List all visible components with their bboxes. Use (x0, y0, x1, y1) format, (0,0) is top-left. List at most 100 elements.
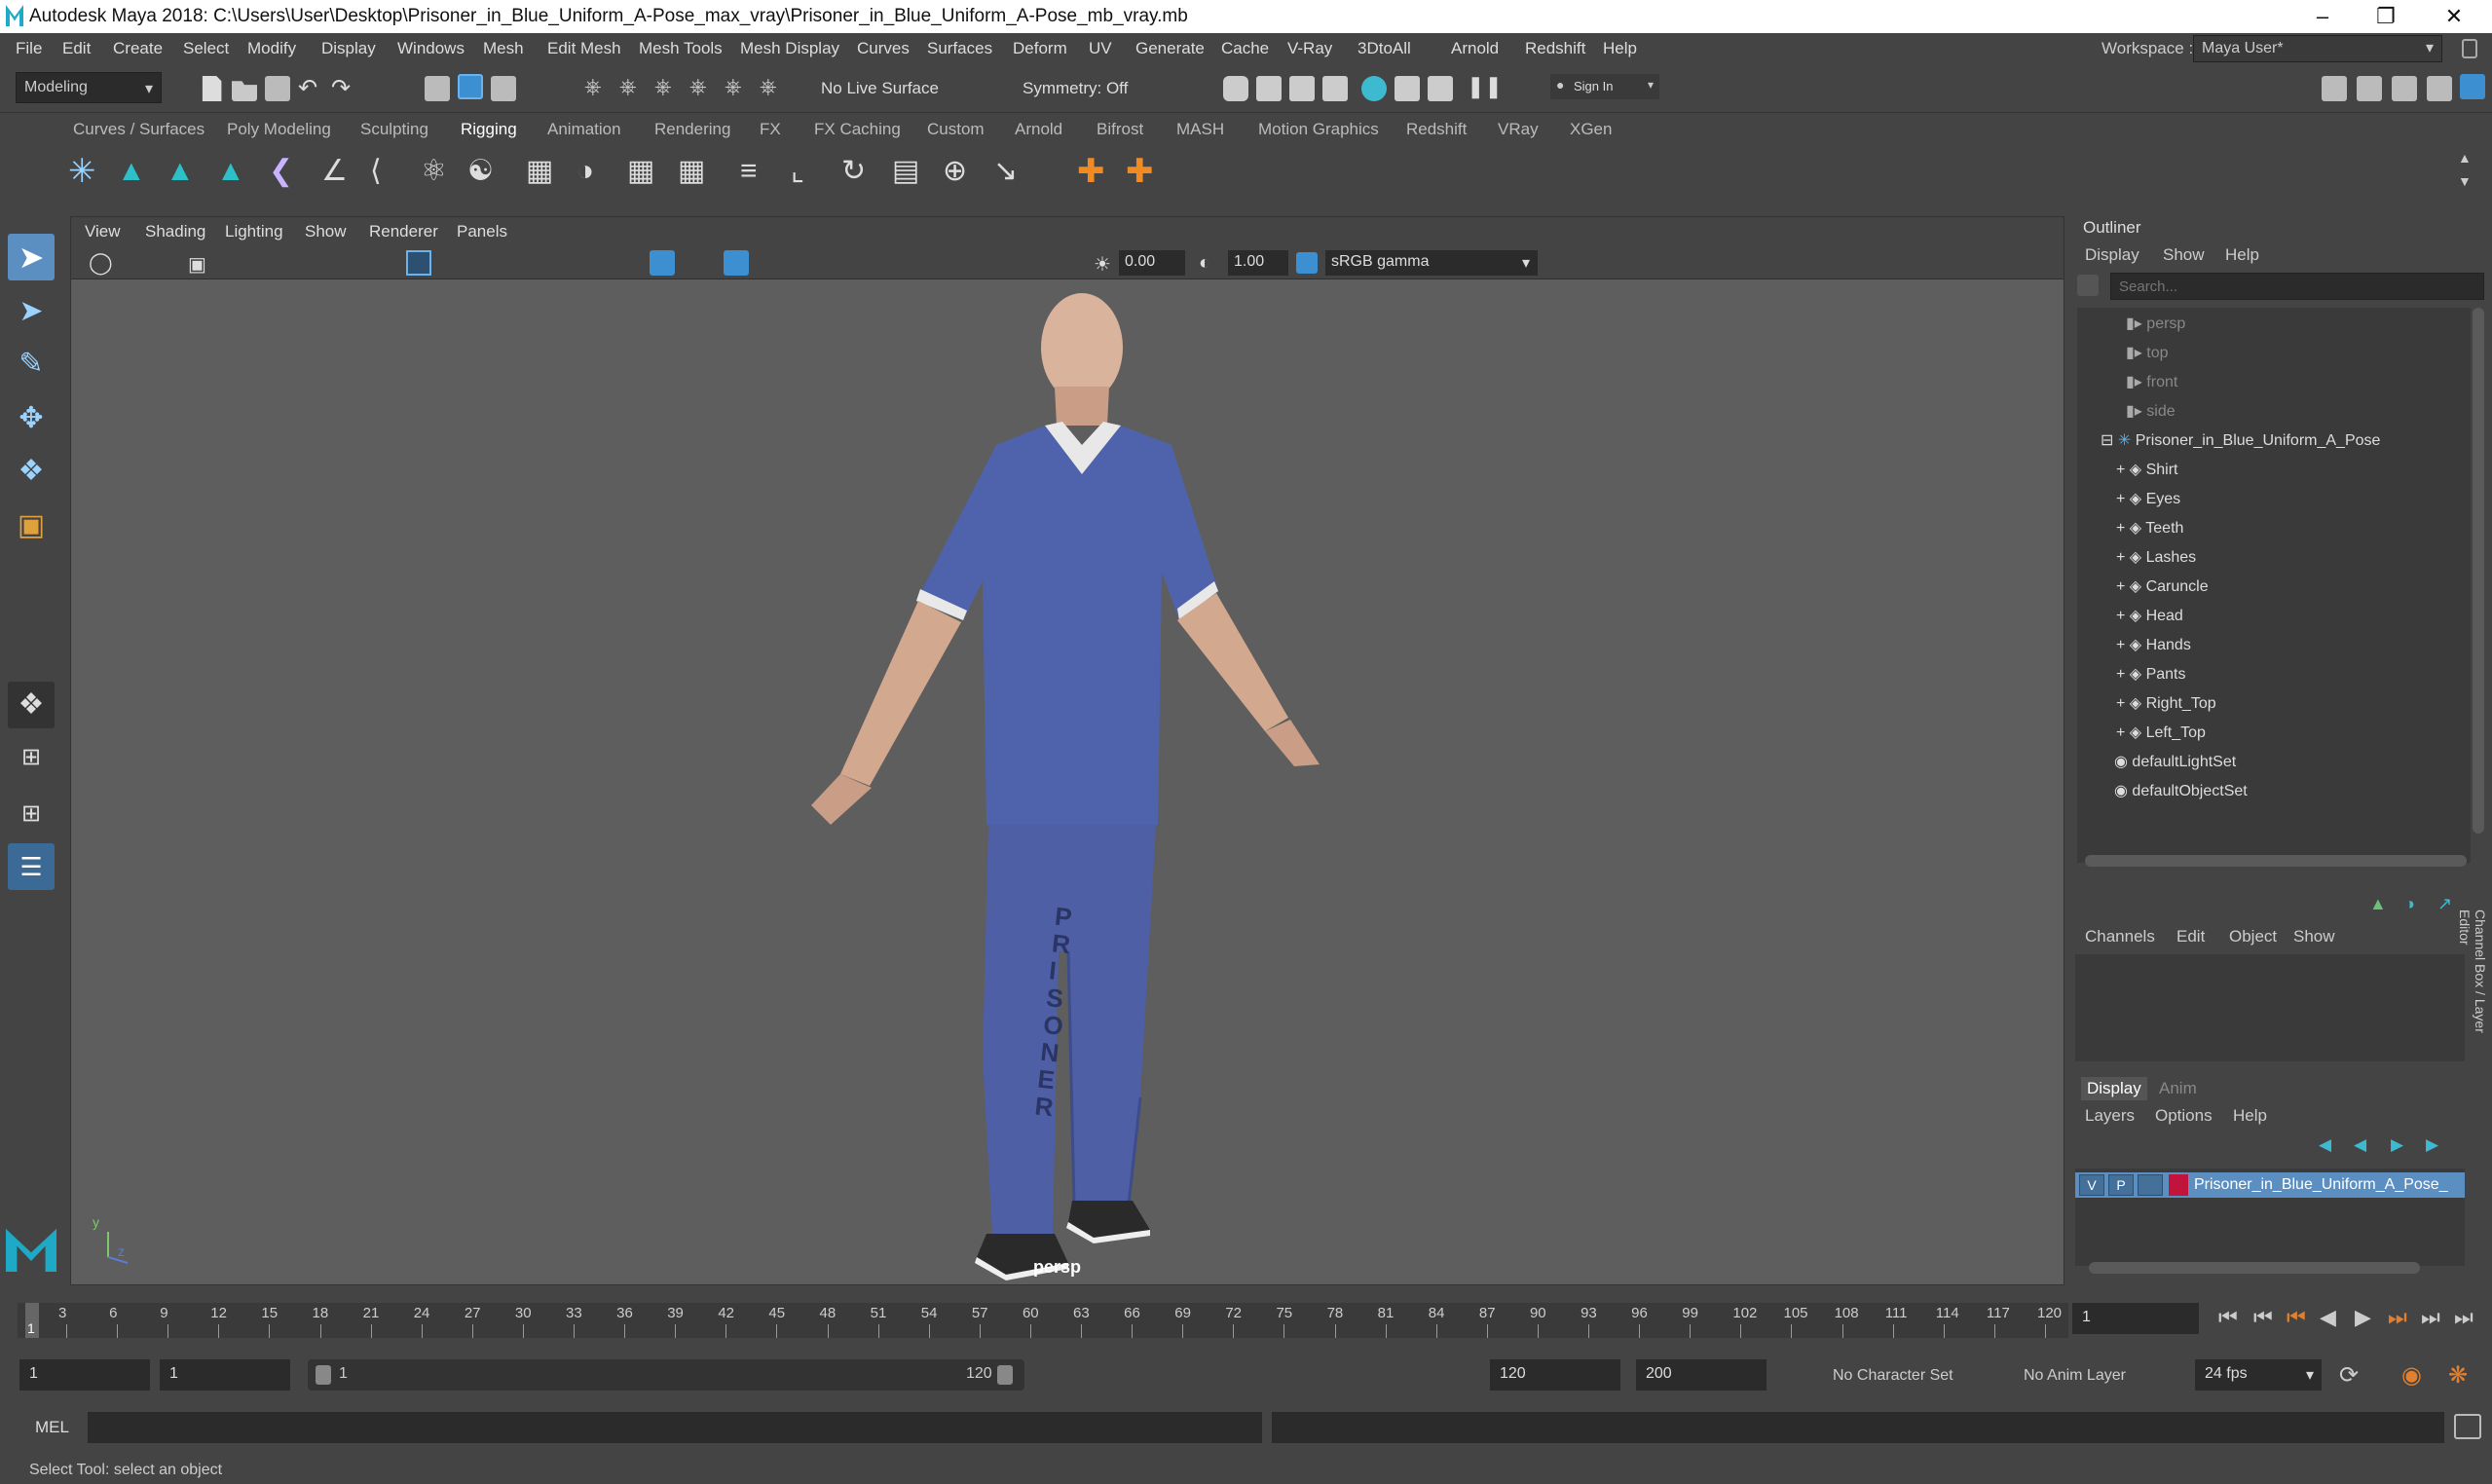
time-slider[interactable]: 1 3 6 9 12 15 18 21 24 27 30 33 36 39 42 45 48 51 54 57 60 6… (0, 1295, 2492, 1344)
menu-windows[interactable]: Windows (397, 39, 465, 58)
render-settings-icon[interactable] (1322, 76, 1348, 101)
shelf-tab-custom[interactable]: Custom (927, 120, 985, 139)
pole-vector-icon[interactable]: ↘ (993, 152, 1032, 191)
step-back-key-icon[interactable]: ⏮ (2253, 1305, 2273, 1330)
outliner-row-group[interactable]: ⊟ ✳ Prisoner_in_Blue_Uniform_A_Pose (2101, 430, 2380, 460)
channels-object-menu[interactable]: Object (2229, 927, 2277, 946)
minimize-button[interactable]: – (2298, 2, 2347, 31)
outliner-row-side[interactable]: ▮▸ side (2126, 401, 2176, 430)
menu-curves[interactable]: Curves (857, 39, 910, 58)
shelf-tab-rendering[interactable]: Rendering (654, 120, 730, 139)
shelf-tab-redshift[interactable]: Redshift (1406, 120, 1467, 139)
layers-help-menu[interactable]: Help (2233, 1106, 2267, 1126)
move-tool-icon[interactable]: ✥ (8, 395, 55, 442)
viewport-menu-panels[interactable]: Panels (457, 222, 507, 241)
layer-color-swatch[interactable] (2169, 1174, 2188, 1196)
goto-start-icon[interactable]: ⏮ (2218, 1305, 2238, 1330)
menu-cache[interactable]: Cache (1221, 39, 1269, 58)
range-bar[interactable]: 1 120 (308, 1359, 1024, 1391)
shelf-tab-xgen[interactable]: XGen (1570, 120, 1612, 139)
new-layer-icon[interactable]: ▶ (2391, 1135, 2403, 1155)
new-scene-icon[interactable] (202, 76, 222, 101)
menu-mesh-display[interactable]: Mesh Display (740, 39, 839, 58)
hypershade-icon[interactable] (1361, 76, 1387, 101)
select-components-icon[interactable] (491, 76, 516, 101)
bind-skin-icon[interactable]: ▦ (526, 152, 565, 191)
channel-icon-b[interactable]: ◑ (2404, 894, 2415, 914)
shelf-tab-arnold[interactable]: Arnold (1015, 120, 1062, 139)
point-constraint-icon[interactable]: ⌞ (791, 152, 830, 191)
sign-in-button[interactable]: Sign In ● ▾ (1550, 74, 1659, 99)
menu-modify[interactable]: Modify (247, 39, 296, 58)
shelf-scroll-up-icon[interactable]: ▲ (2458, 150, 2472, 166)
lock-icon[interactable] (2462, 39, 2477, 58)
current-frame-field[interactable]: 1 (2072, 1303, 2199, 1334)
animation-start-field[interactable]: 1 (19, 1359, 150, 1391)
shelf-tab-fx-caching[interactable]: FX Caching (814, 120, 901, 139)
paint-weights-icon[interactable]: ◑ (577, 152, 615, 191)
outliner-search-input[interactable] (2110, 273, 2484, 300)
menu-deform[interactable]: Deform (1013, 39, 1067, 58)
outliner-row-top[interactable]: ▮▸ top (2126, 343, 2169, 372)
range-end-handle[interactable] (997, 1365, 1013, 1385)
menu-mesh[interactable]: Mesh (483, 39, 524, 58)
select-camera-icon[interactable]: ▣ (188, 252, 206, 277)
playback-end-field[interactable]: 120 (1490, 1359, 1620, 1391)
gamma-field[interactable]: 1.00 (1228, 250, 1288, 276)
menu-display[interactable]: Display (321, 39, 376, 58)
add-influence-icon[interactable]: ✚ (1077, 152, 1116, 191)
viewport-menu-show[interactable]: Show (305, 222, 347, 241)
close-button[interactable]: ✕ (2430, 2, 2478, 31)
move-layer-up-icon[interactable]: ◀ (2319, 1135, 2331, 1155)
select-objects-icon[interactable] (458, 74, 483, 99)
shelf-tab-rigging[interactable]: Rigging (461, 120, 517, 139)
render-current-icon[interactable] (1256, 76, 1282, 101)
step-forward-frame-icon[interactable]: ⏭ (2388, 1305, 2407, 1330)
collapse-icon[interactable]: ⊟ (2101, 432, 2113, 449)
menu-uv[interactable]: UV (1089, 39, 1112, 58)
layer-row[interactable]: V P Prisoner_in_Blue_Uniform_A_Pose_ (2075, 1172, 2465, 1198)
outliner-row-eyes[interactable]: + ◈ Eyes (2116, 489, 2180, 518)
channel-icon-a[interactable]: ▲ (2369, 894, 2387, 914)
menu-surfaces[interactable]: Surfaces (927, 39, 992, 58)
channel-icon-c[interactable]: ↗ (2437, 894, 2452, 914)
outliner-row-front[interactable]: ▮▸ front (2126, 372, 2177, 401)
pause-icon[interactable]: ❚❚ (1467, 74, 1503, 99)
layer-name[interactable]: Prisoner_in_Blue_Uniform_A_Pose_ (2194, 1176, 2448, 1194)
playback-start-field[interactable]: 1 (160, 1359, 290, 1391)
outliner-menu-show[interactable]: Show (2163, 245, 2205, 265)
ik-handle-icon[interactable]: ▲ (117, 152, 156, 191)
shelf-tab-mash[interactable]: MASH (1176, 120, 1224, 139)
goto-end-icon[interactable]: ⏭ (2454, 1305, 2473, 1330)
viewport-menu-lighting[interactable]: Lighting (225, 222, 283, 241)
auto-key-icon[interactable]: ◉ (2401, 1361, 2422, 1390)
menu-mesh-tools[interactable]: Mesh Tools (639, 39, 723, 58)
channels-edit-menu[interactable]: Edit (2176, 927, 2205, 946)
menu-select[interactable]: Select (183, 39, 229, 58)
two-pane-layout-icon[interactable]: ⊞ (8, 791, 55, 837)
snap-point-icon[interactable]: ⎈ (654, 74, 672, 99)
shelf-tab-curves-surfaces[interactable]: Curves / Surfaces (73, 120, 205, 139)
outliner-horizontal-scrollbar[interactable] (2085, 855, 2467, 867)
menu-edit-mesh[interactable]: Edit Mesh (547, 39, 621, 58)
colorspace-dropdown[interactable]: sRGB gamma ▾ (1325, 250, 1538, 276)
channel-box-side-tab[interactable]: Channel Box / Layer Editor (2457, 909, 2488, 1071)
restore-button[interactable]: ❐ (2362, 2, 2410, 31)
anim-prefs-icon[interactable]: ❋ (2448, 1361, 2468, 1390)
scale-tool-icon[interactable]: ▣ (8, 502, 55, 549)
render-view-icon[interactable] (1223, 76, 1248, 101)
outliner-row-lashes[interactable]: + ◈ Lashes (2116, 547, 2196, 576)
shelf-tab-sculpting[interactable]: Sculpting (360, 120, 428, 139)
snap-surface-icon[interactable]: ⎈ (725, 74, 742, 99)
shelf-tab-vray[interactable]: VRay (1498, 120, 1539, 139)
snap-live-icon[interactable]: ⎈ (760, 74, 777, 99)
undo-icon[interactable]: ↶ (298, 74, 317, 102)
range-start-handle[interactable] (316, 1365, 331, 1385)
move-layer-down-icon[interactable]: ◀ (2354, 1135, 2366, 1155)
character-set-dropdown[interactable]: No Character Set (1833, 1367, 1953, 1385)
new-layer-selected-icon[interactable]: ▶ (2426, 1135, 2438, 1155)
wireframe-on-shaded-icon[interactable] (724, 250, 749, 276)
fps-dropdown[interactable]: 24 fps ▾ (2195, 1359, 2322, 1391)
scale-constraint-icon[interactable]: ▤ (892, 152, 931, 191)
ipr-render-icon[interactable] (1289, 76, 1315, 101)
